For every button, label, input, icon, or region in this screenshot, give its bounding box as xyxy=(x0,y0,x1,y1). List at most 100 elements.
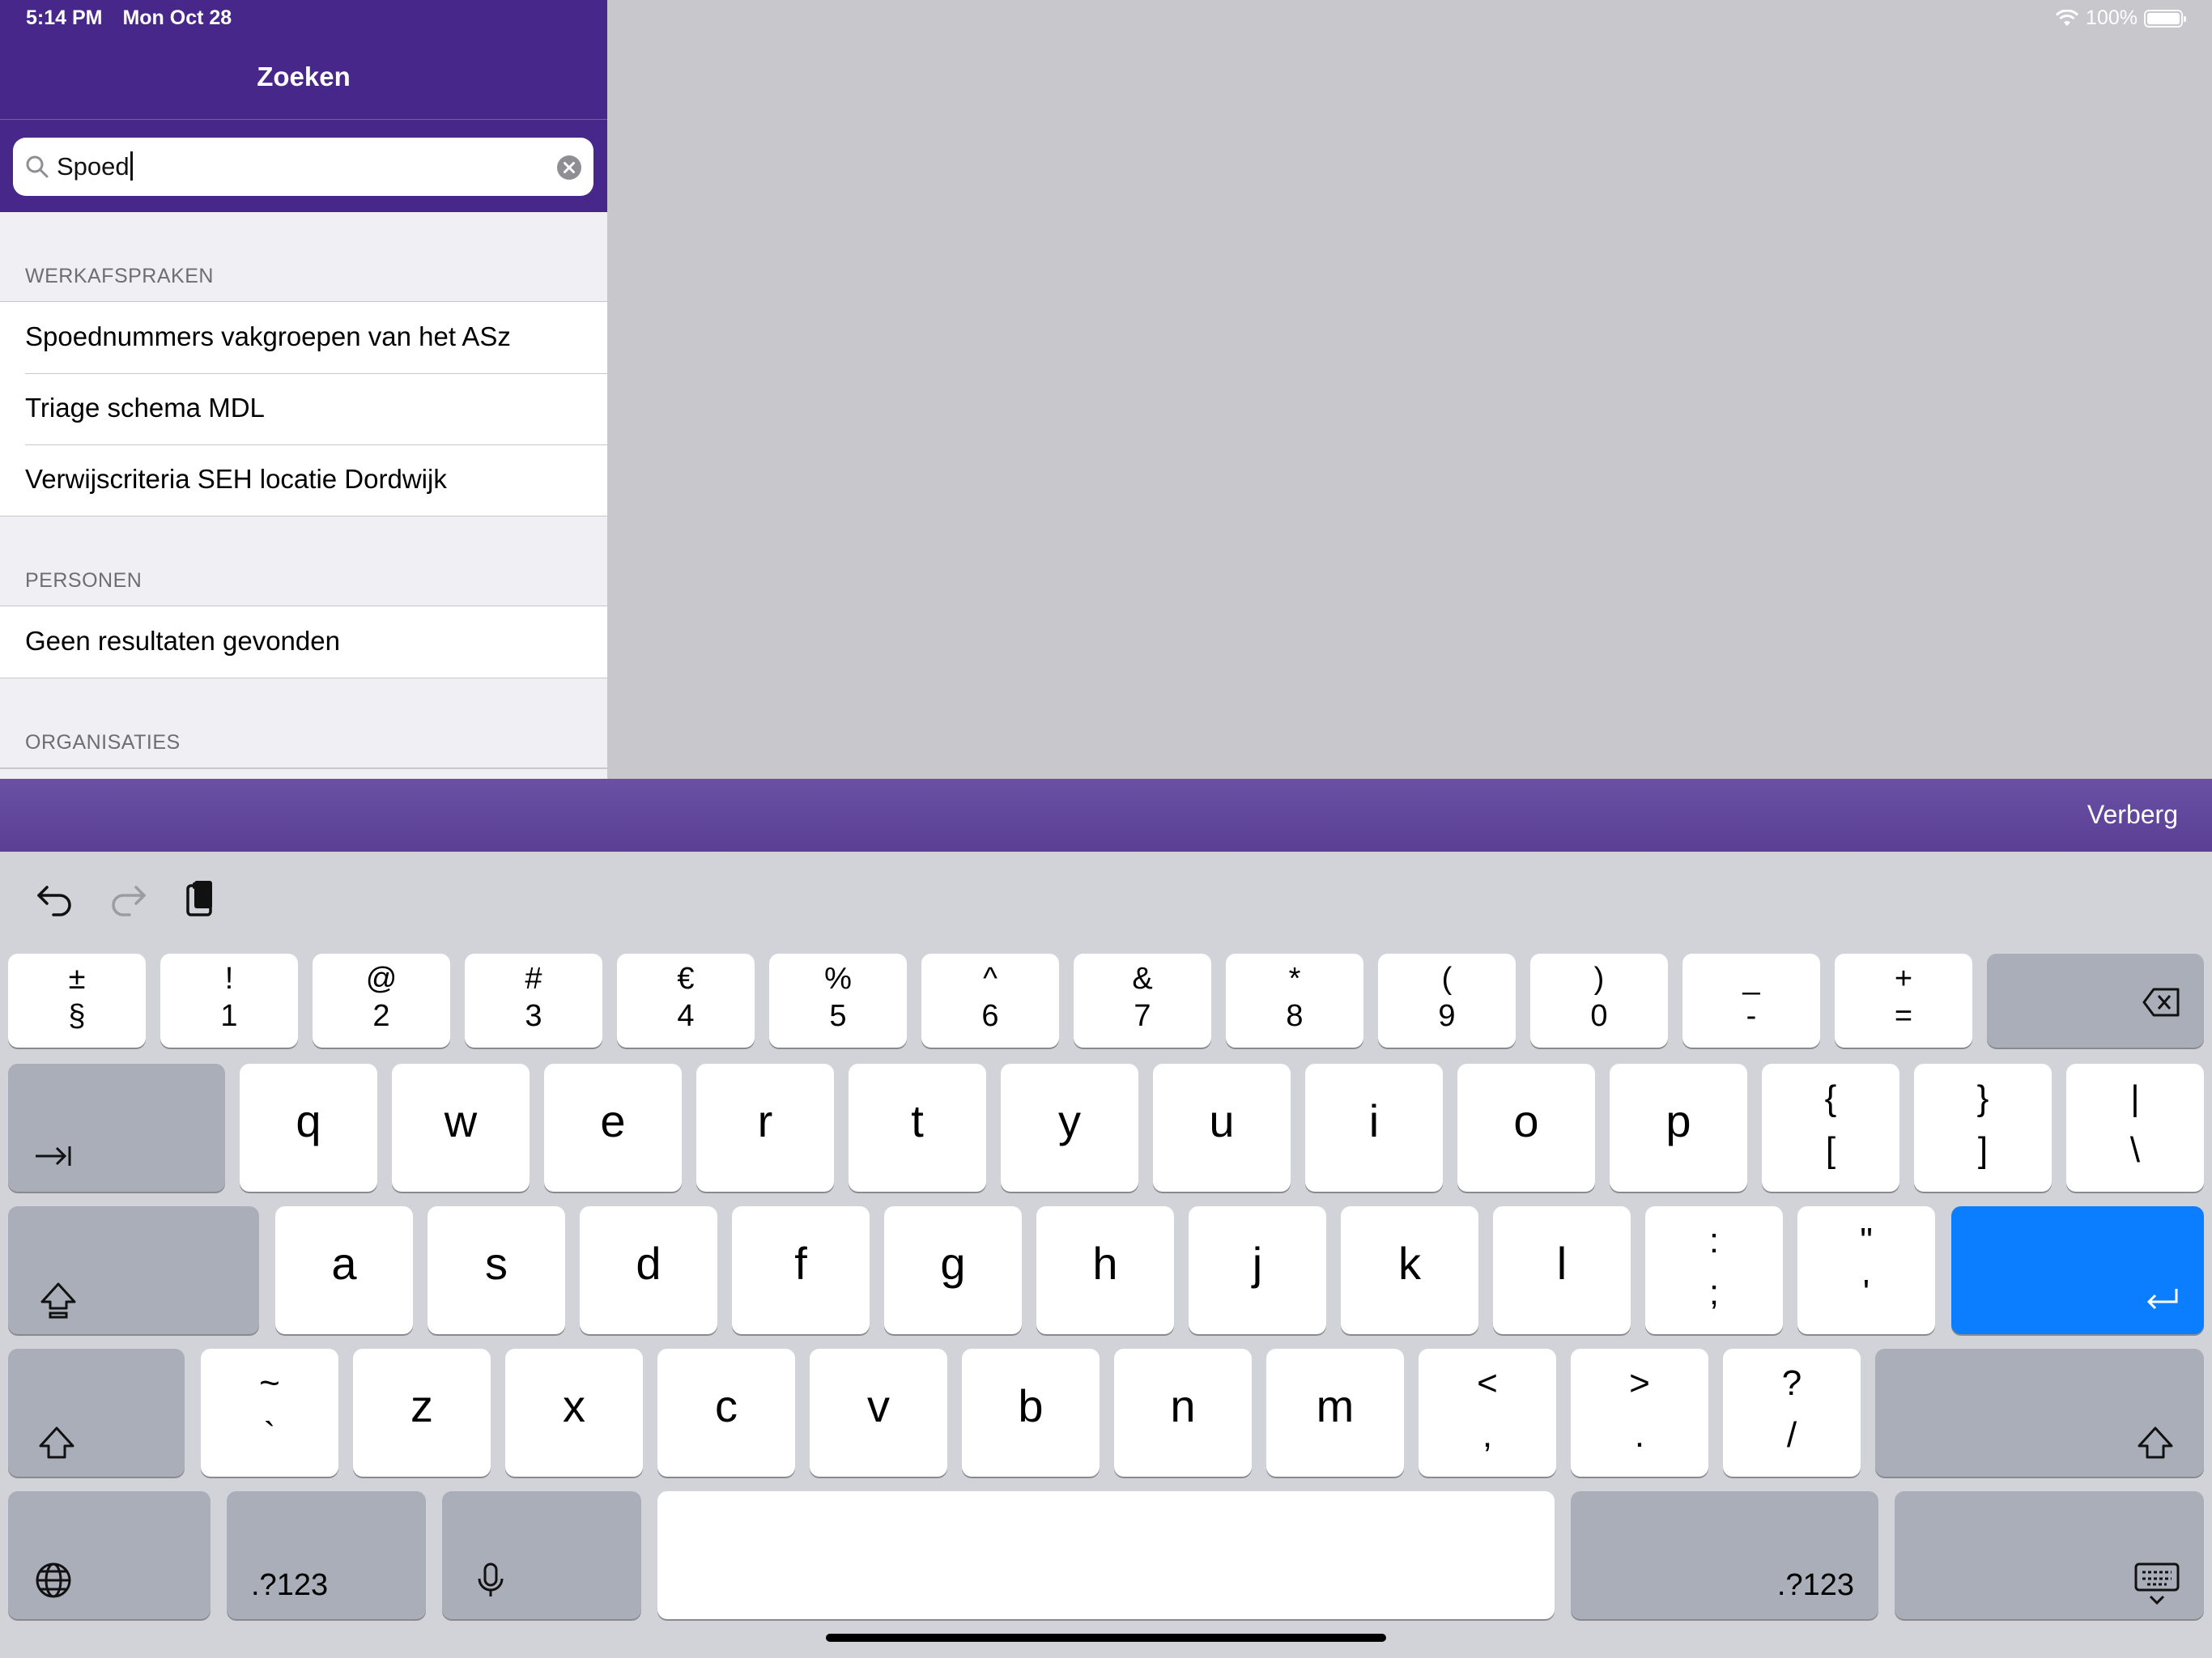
status-date: Mon Oct 28 xyxy=(122,6,232,29)
microphone-icon xyxy=(478,1562,504,1596)
section-header-label: WERKAFSPRAKEN xyxy=(25,265,214,287)
shift-left-key[interactable] xyxy=(8,1349,185,1477)
key-number[interactable]: #3 xyxy=(465,954,602,1048)
paste-icon[interactable] xyxy=(178,876,223,921)
key-letter[interactable]: i xyxy=(1305,1064,1443,1192)
keyboard-accessory-bar: Verberg xyxy=(0,779,2212,852)
battery-percentage: 100% xyxy=(2086,6,2138,29)
key-letter[interactable]: v xyxy=(810,1349,947,1477)
key-letter[interactable]: h xyxy=(1036,1206,1174,1334)
shift-right-key[interactable] xyxy=(1875,1349,2204,1477)
results-list: WERKAFSPRAKEN Spoednummers vakgroepen van… xyxy=(0,212,607,769)
key-letter[interactable]: t xyxy=(849,1064,986,1192)
list-item[interactable]: Spoednummers vakgroepen van het ASz xyxy=(0,302,607,373)
space-key[interactable] xyxy=(657,1491,1555,1619)
key-number[interactable]: ^ 6 xyxy=(921,954,1059,1048)
key-symbol[interactable]: " ' xyxy=(1797,1206,1935,1334)
key-symbol[interactable]: <, xyxy=(1419,1349,1556,1477)
key-letter[interactable]: j xyxy=(1189,1206,1326,1334)
undo-icon[interactable] xyxy=(32,876,78,921)
caps-lock-icon xyxy=(40,1282,76,1319)
status-bar: 5:14 PM Mon Oct 28 100% xyxy=(0,0,2212,39)
key-letter[interactable]: c xyxy=(657,1349,795,1477)
list-item[interactable]: Verwijscriteria SEH locatie Dordwijk xyxy=(0,444,607,516)
key-letter[interactable]: o xyxy=(1457,1064,1595,1192)
delete-key[interactable] xyxy=(1987,954,2204,1048)
list-item-label: Spoednummers vakgroepen van het ASz xyxy=(25,321,511,351)
search-field[interactable]: Spoed xyxy=(13,138,593,196)
key-letter[interactable]: z xyxy=(353,1349,491,1477)
list-item[interactable]: Geen resultaten gevonden xyxy=(0,606,607,678)
key-number[interactable]: €4 xyxy=(617,954,755,1048)
key-letter[interactable]: x xyxy=(505,1349,643,1477)
key-letter[interactable]: p xyxy=(1610,1064,1747,1192)
key-letter[interactable]: e xyxy=(544,1064,682,1192)
globe-key[interactable] xyxy=(8,1491,211,1619)
numbers-key-right[interactable]: .?123 xyxy=(1571,1491,1878,1619)
list-item[interactable]: Triage schema MDL xyxy=(0,373,607,444)
section-list: Geen resultaten gevonden xyxy=(0,606,607,678)
section-header-label: ORGANISATIES xyxy=(25,731,181,754)
key-symbol[interactable]: ? / xyxy=(1723,1349,1861,1477)
key-letter[interactable]: g xyxy=(884,1206,1022,1334)
search-panel: Zoeken Spoed WERKAFSPRAKEN Spoednummers v… xyxy=(0,0,607,779)
key-number[interactable]: ± § xyxy=(8,954,146,1048)
key-letter[interactable]: s xyxy=(428,1206,565,1334)
tab-icon xyxy=(36,1146,71,1166)
return-key[interactable] xyxy=(1951,1206,2204,1334)
text-cursor xyxy=(130,151,133,181)
key-symbol[interactable]: >. xyxy=(1571,1349,1708,1477)
keyboard-hide-icon xyxy=(2134,1562,2180,1605)
tab-key[interactable] xyxy=(8,1064,225,1192)
list-item-label: Triage schema MDL xyxy=(25,393,265,423)
search-input[interactable]: Spoed xyxy=(57,151,133,181)
key-letter[interactable]: f xyxy=(732,1206,870,1334)
return-icon xyxy=(2146,1289,2178,1310)
key-letter[interactable]: w xyxy=(392,1064,530,1192)
key-number[interactable]: ) 0 xyxy=(1530,954,1668,1048)
key-number[interactable]: * 8 xyxy=(1226,954,1363,1048)
numbers-key-left[interactable]: .?123 xyxy=(227,1491,426,1619)
hide-keyboard-button[interactable]: Verberg xyxy=(2087,800,2178,830)
key-number[interactable]: @2 xyxy=(313,954,450,1048)
key-number[interactable]: % 5 xyxy=(769,954,907,1048)
wifi-icon xyxy=(2055,9,2079,26)
section-list xyxy=(0,767,607,769)
key-symbol[interactable]: }] xyxy=(1914,1064,2052,1192)
section-header-label: PERSONEN xyxy=(25,569,143,592)
key-number[interactable]: ! 1 xyxy=(160,954,298,1048)
key-number[interactable]: + = xyxy=(1835,954,1972,1048)
dismiss-keyboard-key[interactable] xyxy=(1895,1491,2204,1619)
key-letter[interactable]: k xyxy=(1341,1206,1478,1334)
key-letter[interactable]: l xyxy=(1493,1206,1631,1334)
key-letter[interactable]: a xyxy=(275,1206,413,1334)
section-header: ORGANISATIES xyxy=(0,678,607,767)
key-letter[interactable]: d xyxy=(580,1206,717,1334)
key-symbol[interactable]: | \ xyxy=(2066,1064,2204,1192)
key-number[interactable]: _ - xyxy=(1682,954,1820,1048)
redo-icon[interactable] xyxy=(105,876,151,921)
divider xyxy=(0,119,607,120)
key-symbol[interactable]: {[ xyxy=(1762,1064,1899,1192)
globe-icon xyxy=(36,1562,71,1598)
key-number[interactable]: & 7 xyxy=(1074,954,1211,1048)
key-symbol[interactable]: :; xyxy=(1645,1206,1783,1334)
key-letter[interactable]: u xyxy=(1153,1064,1291,1192)
search-icon xyxy=(26,155,49,178)
key-letter[interactable]: b xyxy=(962,1349,1100,1477)
clear-icon[interactable] xyxy=(556,155,582,181)
home-indicator xyxy=(826,1634,1386,1642)
key-letter[interactable]: r xyxy=(696,1064,834,1192)
key-letter[interactable]: n xyxy=(1114,1349,1252,1477)
key-symbol[interactable]: ~ ` xyxy=(201,1349,338,1477)
section-header: WERKAFSPRAKEN xyxy=(0,212,607,301)
caps-lock-key[interactable] xyxy=(8,1206,259,1334)
list-item-label: Verwijscriteria SEH locatie Dordwijk xyxy=(25,464,447,494)
key-letter[interactable]: q xyxy=(240,1064,377,1192)
shift-icon xyxy=(2138,1426,2173,1459)
key-number[interactable]: (9 xyxy=(1378,954,1516,1048)
key-letter[interactable]: y xyxy=(1001,1064,1138,1192)
battery-icon xyxy=(2144,9,2186,28)
key-letter[interactable]: m xyxy=(1266,1349,1404,1477)
dictation-key[interactable] xyxy=(442,1491,641,1619)
